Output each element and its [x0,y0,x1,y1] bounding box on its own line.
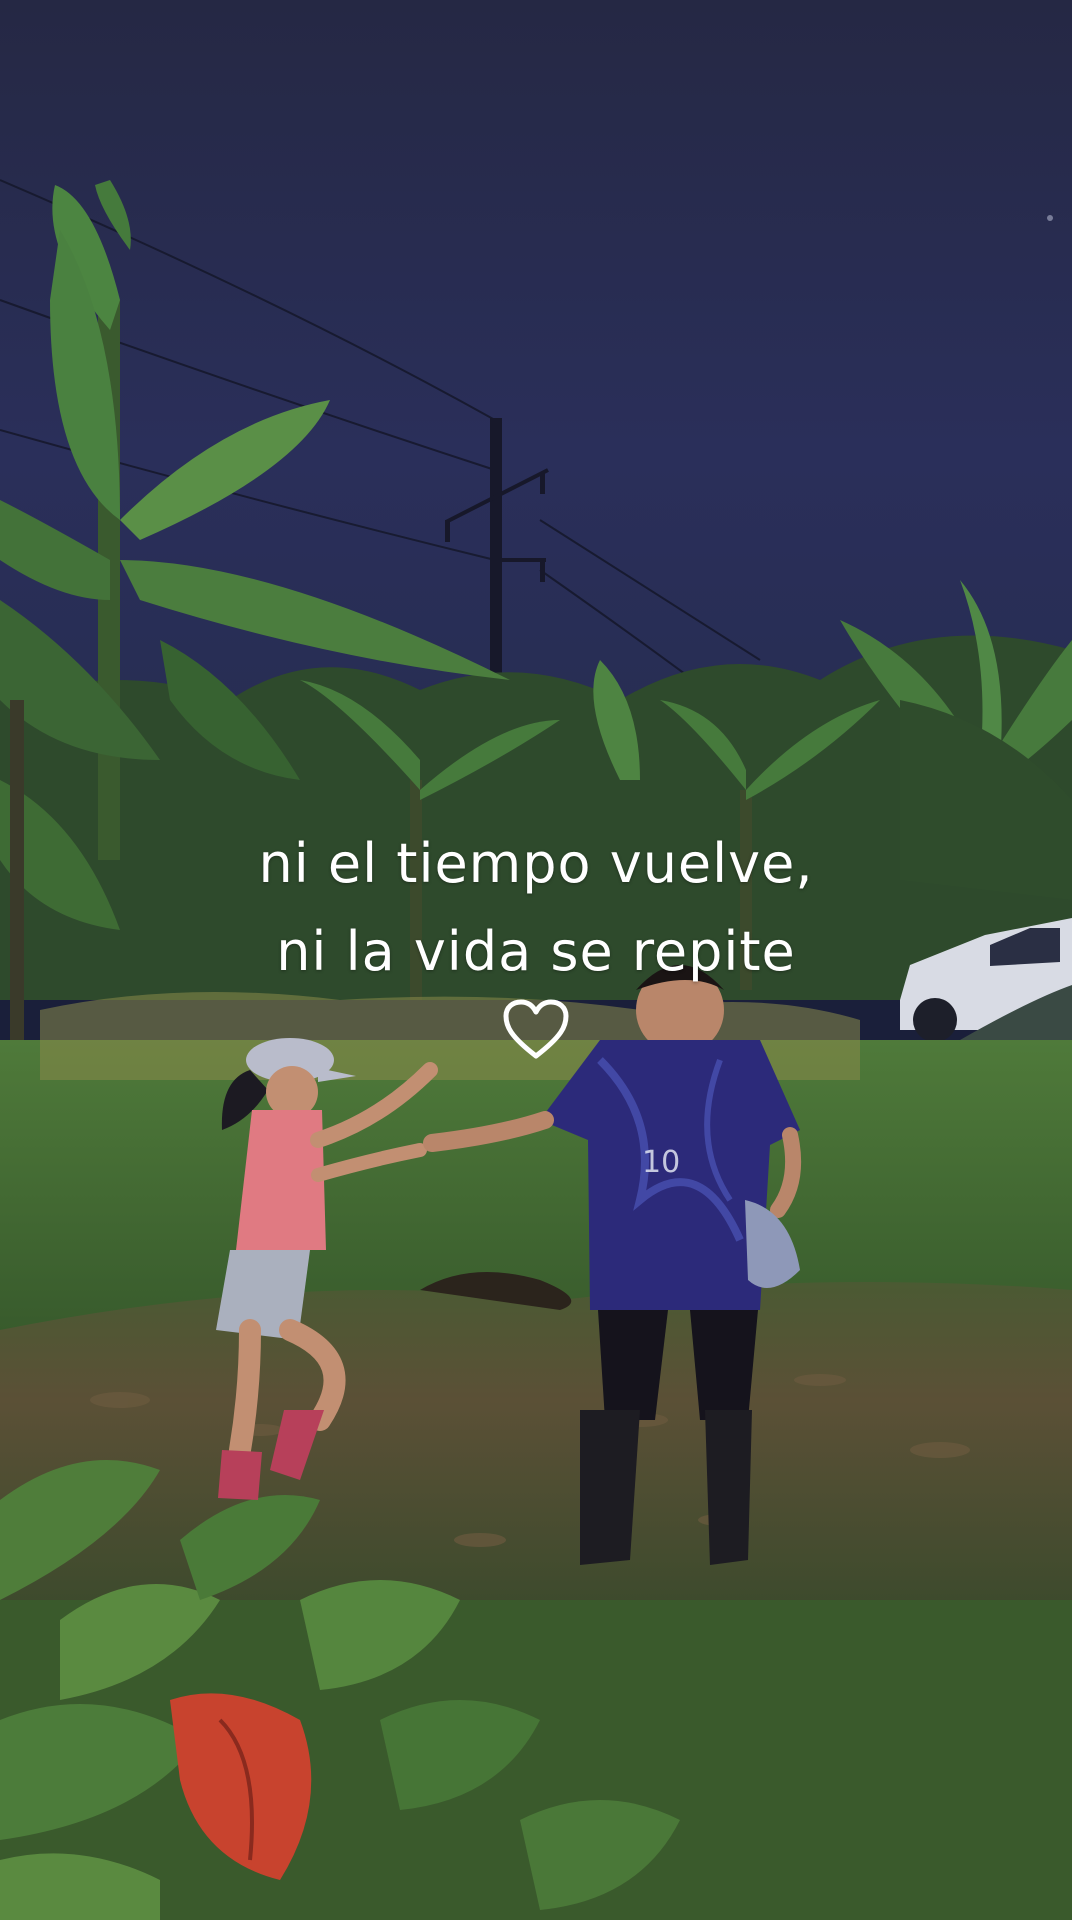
heart-outline-icon [503,999,569,1059]
video-frame: 10 ni el tiempo vuelve, ni la vida se re… [0,0,1072,1920]
caption-text: ni el tiempo vuelve, ni la vida se repit… [0,820,1072,996]
caption-line-2: ni la vida se repite [276,920,796,983]
svg-text:10: 10 [642,1145,680,1180]
caption-line-1: ni el tiempo vuelve, [258,832,814,895]
